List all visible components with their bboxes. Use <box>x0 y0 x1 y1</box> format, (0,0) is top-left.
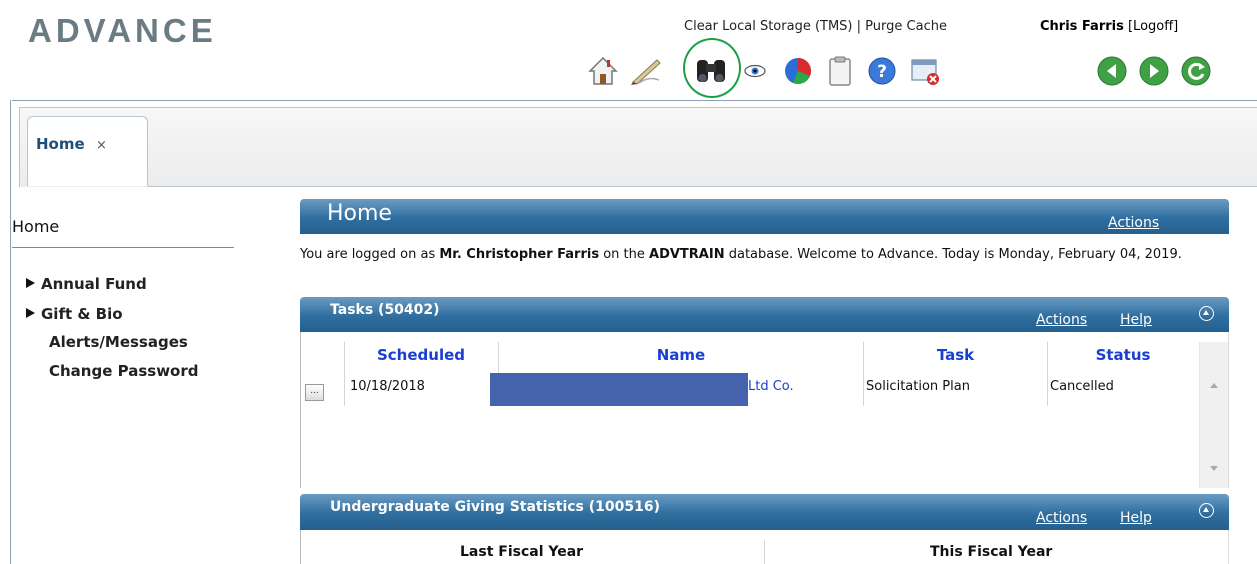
tasks-panel-title: Tasks (50402) <box>330 302 440 318</box>
column-header-name[interactable]: Name <box>499 346 863 364</box>
expand-arrow-icon <box>26 308 35 318</box>
user-name: Chris Farris <box>1040 19 1124 34</box>
clear-local-storage-link[interactable]: Clear Local Storage (TMS) <box>684 19 853 34</box>
welcome-message: You are logged on as Mr. Christopher Far… <box>300 246 1200 263</box>
app-logo: ADVANCE <box>28 12 217 49</box>
sidebar-item-label: Annual Fund <box>41 275 147 293</box>
clipboard-icon[interactable] <box>820 50 860 92</box>
home-panel-title: Home <box>327 201 392 226</box>
sidebar-item-gift-bio[interactable]: Gift & Bio <box>26 305 123 323</box>
welcome-prefix: You are logged on as <box>300 247 440 262</box>
sidebar-item-annual-fund[interactable]: Annual Fund <box>26 275 147 293</box>
collapse-icon[interactable] <box>1199 306 1214 321</box>
sidebar-title: Home <box>12 217 60 236</box>
scroll-down-icon[interactable] <box>1210 466 1218 471</box>
logoff-link[interactable]: [Logoff] <box>1128 19 1178 34</box>
tasks-help-link[interactable]: Help <box>1120 312 1152 328</box>
welcome-suffix: database. Welcome to Advance. Today is M… <box>724 247 1182 262</box>
tasks-scrollbar[interactable] <box>1199 342 1228 488</box>
header-links: Clear Local Storage (TMS) | Purge Cache <box>684 19 947 34</box>
column-header-last-fiscal-year: Last Fiscal Year <box>460 544 584 560</box>
column-header-status[interactable]: Status <box>1048 346 1198 364</box>
window-close-icon[interactable] <box>905 50 945 92</box>
stats-table: Last Fiscal Year This Fiscal Year <box>300 530 1229 564</box>
forward-icon[interactable] <box>1134 50 1174 92</box>
welcome-user: Mr. Christopher Farris <box>439 247 600 262</box>
task-type: Solicitation Plan <box>866 379 970 394</box>
pen-icon[interactable] <box>626 50 666 92</box>
tasks-table: Scheduled Name Task Status ... 10/18/201… <box>300 332 1229 488</box>
column-header-this-fiscal-year: This Fiscal Year <box>930 544 1053 560</box>
tab-close-icon[interactable]: × <box>96 138 107 153</box>
stats-help-link[interactable]: Help <box>1120 510 1152 526</box>
sidebar-item-change-password[interactable]: Change Password <box>49 362 199 380</box>
redacted-name-block <box>490 373 748 406</box>
pie-chart-icon[interactable] <box>778 50 818 92</box>
tab-home-label: Home <box>36 135 85 153</box>
tab-strip <box>19 107 1257 187</box>
sidebar-item-label: Gift & Bio <box>41 305 123 323</box>
collapse-icon[interactable] <box>1199 503 1214 518</box>
stats-panel-header: Undergraduate Giving Statistics (100516)… <box>300 494 1229 530</box>
welcome-middle: on the <box>599 247 650 262</box>
home-actions-link[interactable]: Actions <box>1108 215 1159 231</box>
header-divider <box>12 100 1257 101</box>
column-divider <box>764 540 765 564</box>
user-area: Chris Farris [Logoff] <box>1040 19 1178 34</box>
column-header-scheduled[interactable]: Scheduled <box>345 346 497 364</box>
tasks-panel-header: Tasks (50402) Actions Help <box>300 297 1229 332</box>
refresh-icon[interactable] <box>1176 50 1216 92</box>
binoculars-icon[interactable] <box>691 50 731 92</box>
tasks-actions-link[interactable]: Actions <box>1036 312 1087 328</box>
sidebar-item-alerts-messages[interactable]: Alerts/Messages <box>49 333 188 351</box>
app-header: ADVANCE Clear Local Storage (TMS) | Purg… <box>0 0 1257 100</box>
column-header-task[interactable]: Task <box>864 346 1047 364</box>
sidebar-divider <box>12 247 234 248</box>
svg-text:?: ? <box>877 62 887 82</box>
task-status: Cancelled <box>1050 379 1114 394</box>
eye-icon[interactable] <box>740 50 770 92</box>
frame-left-border <box>10 100 11 564</box>
task-name-link[interactable]: Ltd Co. <box>748 379 794 394</box>
scroll-up-icon[interactable] <box>1210 383 1218 388</box>
stats-panel-title: Undergraduate Giving Statistics (100516) <box>330 499 660 515</box>
expand-arrow-icon <box>26 278 35 288</box>
welcome-database: ADVTRAIN <box>649 247 725 262</box>
link-separator: | <box>852 19 866 34</box>
back-icon[interactable] <box>1092 50 1132 92</box>
home-icon[interactable] <box>583 50 623 92</box>
tab-strip-bottom-border <box>148 186 1257 187</box>
help-icon[interactable]: ? <box>862 50 902 92</box>
task-scheduled-date: 10/18/2018 <box>350 379 425 394</box>
row-menu-button[interactable]: ... <box>305 384 324 401</box>
purge-cache-link[interactable]: Purge Cache <box>865 19 947 34</box>
home-panel-header: Home Actions <box>300 199 1229 234</box>
stats-actions-link[interactable]: Actions <box>1036 510 1087 526</box>
